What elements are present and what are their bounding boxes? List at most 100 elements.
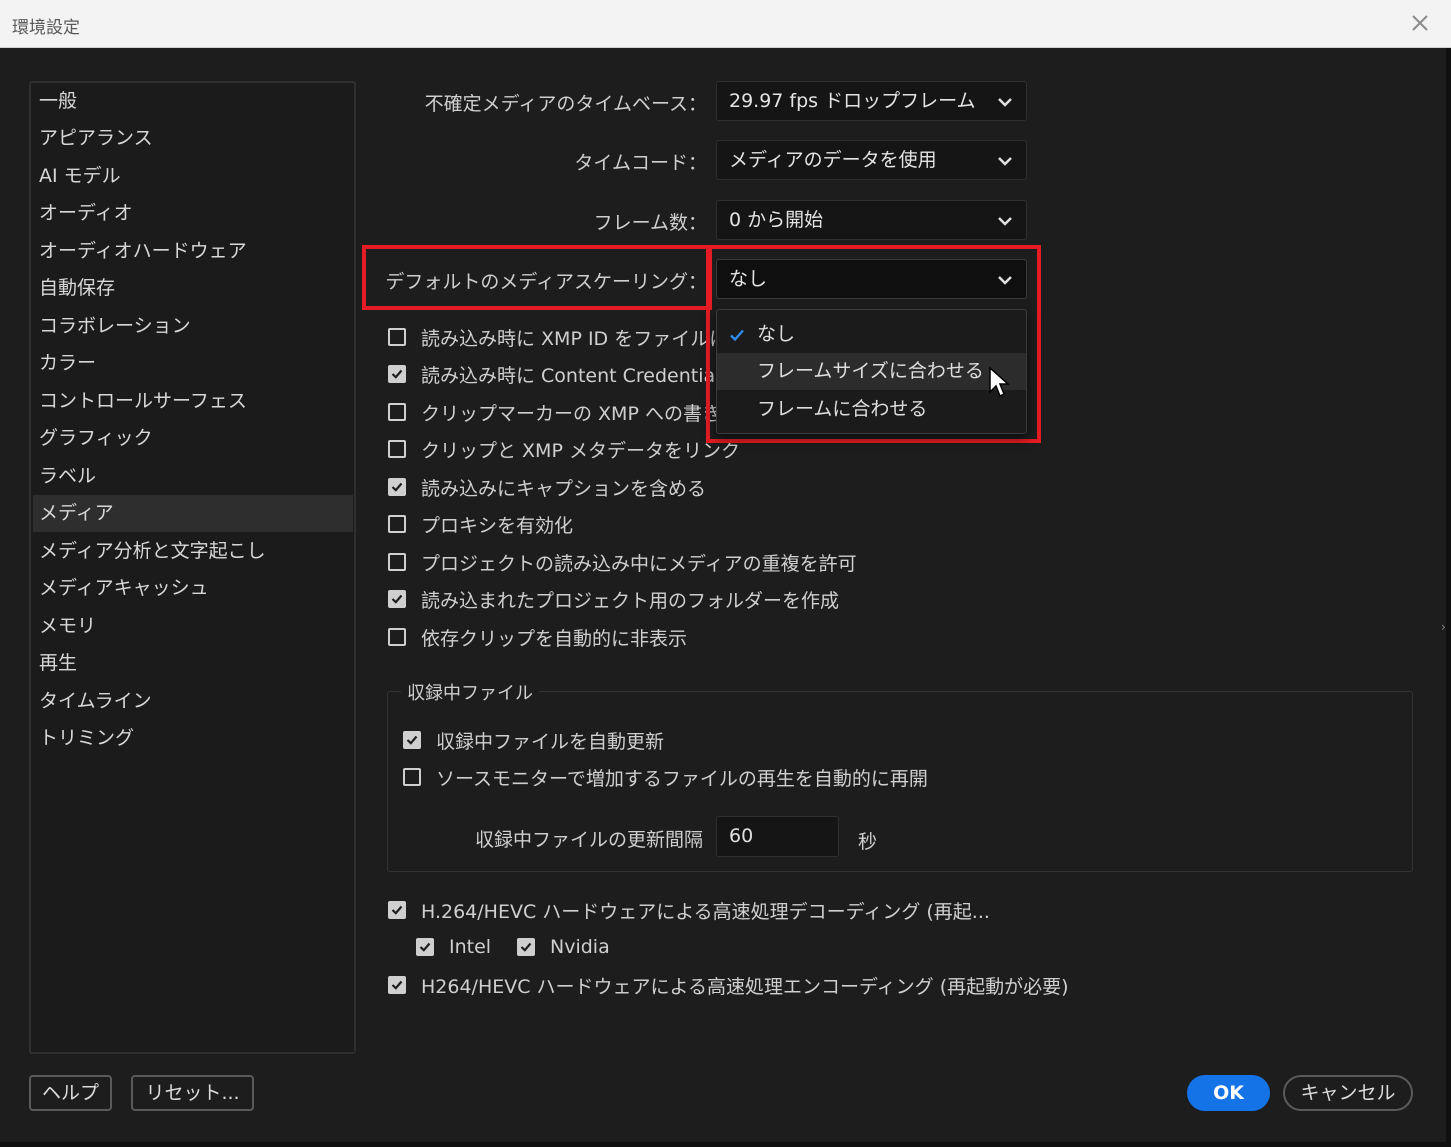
sidebar-item-timeline[interactable]: タイムライン [33,683,353,720]
checkbox-box[interactable] [388,590,406,608]
checkbox-box[interactable] [388,976,406,994]
sidebar-item-media-cache[interactable]: メディアキャッシュ [33,570,353,607]
checkbox-box[interactable] [388,440,406,458]
checkbox-label: 依存クリップを自動的に非表示 [421,627,688,650]
checkbox-hw-decode[interactable]: H.264/HEVC ハードウェアによる高速処理デコーディング (再起... [388,894,990,926]
sidebar-item-control-surface[interactable]: コントロールサーフェス [33,383,353,420]
checkbox-box[interactable] [388,478,406,496]
checkbox-box[interactable] [388,365,406,383]
checkbox-box[interactable] [416,938,434,956]
frame-count-label: フレーム数： [593,212,707,234]
timecode-label: タイムコード： [574,152,707,174]
checkbox-box[interactable] [517,938,535,956]
timecode-value: メディアのデータを使用 [729,149,937,171]
checkmark-icon [520,942,532,952]
checkbox-nvidia[interactable]: Nvidia [517,931,610,963]
sidebar-item-audio[interactable]: オーディオ [33,195,353,232]
window-title: 環境設定 [12,18,80,38]
checkbox-box[interactable] [403,731,421,749]
sidebar-item-auto-save[interactable]: 自動保存 [33,270,353,307]
checkbox-label: プロジェクトの読み込み中にメディアの重複を許可 [421,552,857,575]
media-scaling-select[interactable]: なし [716,259,1027,299]
checkbox-label: プロキシを有効化 [421,514,574,537]
title-bar: 環境設定 [0,0,1451,48]
checkbox-xmp-id[interactable]: 読み込み時に XMP ID をファイルに [388,321,728,353]
checkbox-allow-duplicate-media[interactable]: プロジェクトの読み込み中にメディアの重複を許可 [388,546,857,578]
checkmark-icon [730,329,744,342]
sidebar-item-collaboration[interactable]: コラボレーション [33,308,353,345]
checkbox-auto-resume-playback[interactable]: ソースモニターで増加するファイルの再生を自動的に再開 [403,761,928,793]
frame-count-select[interactable]: 0 から開始 [716,200,1027,240]
sidebar-item-trimming[interactable]: トリミング [33,720,353,757]
timebase-value: 29.97 fps ドロップフレーム [729,90,976,112]
timebase-label: 不確定メディアのタイムベース： [424,93,707,115]
sidebar-item-labels[interactable]: ラベル [33,458,353,495]
sidebar-item-ai-models[interactable]: AI モデル [33,158,353,195]
checkbox-box[interactable] [388,553,406,571]
checkmark-icon [391,594,403,604]
sidebar-item-appearance[interactable]: アピアランス [33,120,353,157]
dropdown-option-label: フレームサイズに合わせる [757,360,984,382]
dropdown-option-none[interactable]: なし [717,316,1026,353]
sidebar-item-general[interactable]: 一般 [33,83,353,120]
checkbox-label: 読み込み時に XMP ID をファイルに [421,327,729,350]
sidebar-item-audio-hardware[interactable]: オーディオハードウェア [33,233,353,270]
sidebar-item-media-analysis[interactable]: メディア分析と文字起こし [33,533,353,570]
dropdown-option-fit-to-frame[interactable]: フレームに合わせる [717,391,1026,428]
checkbox-label: 読み込みにキャプションを含める [421,477,707,500]
checkbox-include-captions[interactable]: 読み込みにキャプションを含める [388,471,706,503]
close-icon[interactable] [1407,10,1433,36]
checkbox-create-folder[interactable]: 読み込まれたプロジェクト用のフォルダーを作成 [388,583,839,615]
refresh-interval-input[interactable]: 60 [716,816,839,857]
dropdown-option-fit-frame-size[interactable]: フレームサイズに合わせる [717,353,1026,390]
checkbox-label: 読み込み時に Content Credentials [421,364,731,387]
timecode-select[interactable]: メディアのデータを使用 [716,140,1027,180]
media-scaling-dropdown: なし フレームサイズに合わせる フレームに合わせる [716,309,1027,434]
sidebar-item-memory[interactable]: メモリ [33,608,353,645]
checkbox-link-xmp-metadata[interactable]: クリップと XMP メタデータをリンク [388,433,740,465]
checkbox-hide-dependent-clips[interactable]: 依存クリップを自動的に非表示 [388,621,687,653]
checkmark-icon [391,482,403,492]
checkbox-box[interactable] [388,403,406,421]
checkbox-label: クリップマーカーの XMP への書き [421,402,721,425]
dropdown-option-label: なし [757,323,796,345]
checkbox-box[interactable] [388,328,406,346]
media-scaling-label: デフォルトのメディアスケーリング： [385,271,707,293]
checkbox-label: 収録中ファイルを自動更新 [436,730,665,753]
chevron-right-icon: › [1441,620,1446,634]
checkbox-box[interactable] [403,768,421,786]
checkbox-clip-marker-xmp[interactable]: クリップマーカーの XMP への書き [388,396,721,428]
ok-button[interactable]: OK [1187,1075,1270,1111]
chevron-down-icon [998,217,1012,226]
checkmark-icon [391,369,403,379]
checkmark-icon [406,735,418,745]
sidebar-item-color[interactable]: カラー [33,345,353,382]
checkbox-box[interactable] [388,628,406,646]
checkbox-hw-encode[interactable]: H264/HEVC ハードウェアによる高速処理エンコーディング (再起動が必要) [388,969,1069,1001]
checkbox-box[interactable] [388,515,406,533]
refresh-interval-label: 収録中ファイルの更新間隔 [474,829,703,851]
media-scaling-value: なし [729,268,768,290]
sidebar-item-graphics[interactable]: グラフィック [33,420,353,457]
checkbox-label: Intel [449,936,492,958]
sidebar-item-media[interactable]: メディア [33,495,353,532]
help-button[interactable]: ヘルプ [29,1075,112,1111]
checkbox-label: Nvidia [550,936,610,958]
frame-count-value: 0 から開始 [729,209,824,231]
checkmark-icon [391,980,403,990]
checkbox-intel[interactable]: Intel [416,931,491,963]
window-edge [0,1142,1451,1147]
checkbox-auto-refresh-growing[interactable]: 収録中ファイルを自動更新 [403,724,664,756]
checkbox-content-credentials[interactable]: 読み込み時に Content Credentials [388,358,730,390]
checkbox-enable-proxies[interactable]: プロキシを有効化 [388,508,573,540]
checkmark-icon [419,942,431,952]
refresh-interval-unit: 秒 [858,831,878,853]
cancel-button[interactable]: キャンセル [1283,1075,1413,1111]
reset-button[interactable]: リセット... [131,1075,254,1111]
checkbox-box[interactable] [388,901,406,919]
timebase-select[interactable]: 29.97 fps ドロップフレーム [716,81,1027,121]
sidebar-item-playback[interactable]: 再生 [33,645,353,682]
chevron-down-icon [998,157,1012,166]
checkbox-label: ソースモニターで増加するファイルの再生を自動的に再開 [436,767,928,790]
checkbox-label: H264/HEVC ハードウェアによる高速処理エンコーディング (再起動が必要) [421,975,1069,998]
